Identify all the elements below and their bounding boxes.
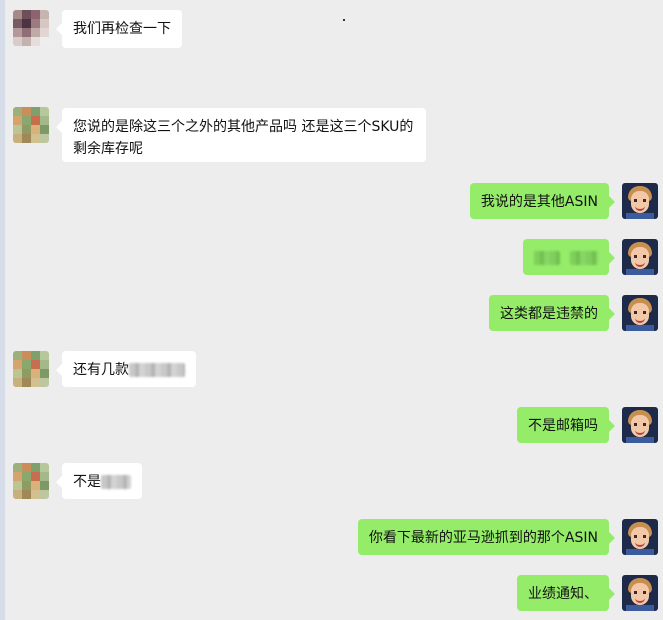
message-text: 不是邮箱吗 bbox=[528, 418, 598, 434]
self-avatar[interactable] bbox=[622, 183, 658, 219]
contact-avatar[interactable] bbox=[13, 351, 49, 387]
message-text: 这类都是违禁的 bbox=[500, 306, 598, 322]
message-text: 你看下最新的亚马逊抓到的那个ASIN bbox=[368, 530, 598, 546]
message-bubble-incoming[interactable]: 我们再检查一下 bbox=[56, 10, 182, 48]
self-avatar[interactable] bbox=[622, 407, 658, 443]
window-edge bbox=[0, 0, 5, 620]
message-bubble-incoming[interactable]: 您说的是除这三个之外的其他产品吗 还是这三个SKU的剩余库存呢 bbox=[56, 108, 426, 162]
message-bubble-outgoing[interactable]: 业绩通知、 bbox=[517, 575, 615, 611]
redacted-text bbox=[129, 363, 185, 377]
message-text: 不是 bbox=[73, 474, 101, 490]
self-avatar[interactable] bbox=[622, 575, 658, 611]
message-bubble-outgoing[interactable]: 我说的是其他ASIN bbox=[469, 183, 616, 219]
message-bubble-incoming[interactable]: 不是 bbox=[56, 463, 142, 499]
redacted-text bbox=[101, 475, 131, 489]
self-avatar[interactable] bbox=[622, 519, 658, 555]
redacted-text bbox=[570, 251, 599, 265]
message-text: 业绩通知、 bbox=[528, 586, 598, 602]
contact-avatar[interactable] bbox=[13, 463, 49, 499]
message-text: 还有几款 bbox=[73, 362, 129, 378]
contact-avatar[interactable] bbox=[13, 10, 49, 46]
message-bubble-outgoing[interactable]: 你看下最新的亚马逊抓到的那个ASIN bbox=[357, 519, 616, 555]
message-text: 我说的是其他ASIN bbox=[480, 194, 598, 210]
contact-avatar[interactable] bbox=[13, 107, 49, 143]
message-text: 您说的是除这三个之外的其他产品吗 还是这三个SKU的剩余库存呢 bbox=[73, 119, 414, 157]
message-bubble-outgoing[interactable]: 这类都是违禁的 bbox=[489, 295, 615, 331]
redacted-text bbox=[534, 251, 560, 265]
message-bubble-outgoing[interactable]: 不是邮箱吗 bbox=[517, 407, 615, 443]
message-bubble-outgoing[interactable] bbox=[523, 239, 615, 275]
stray-dot bbox=[343, 19, 345, 21]
message-text: 我们再检查一下 bbox=[73, 21, 171, 37]
self-avatar[interactable] bbox=[622, 295, 658, 331]
message-bubble-incoming[interactable]: 还有几款 bbox=[56, 351, 196, 387]
self-avatar[interactable] bbox=[622, 239, 658, 275]
